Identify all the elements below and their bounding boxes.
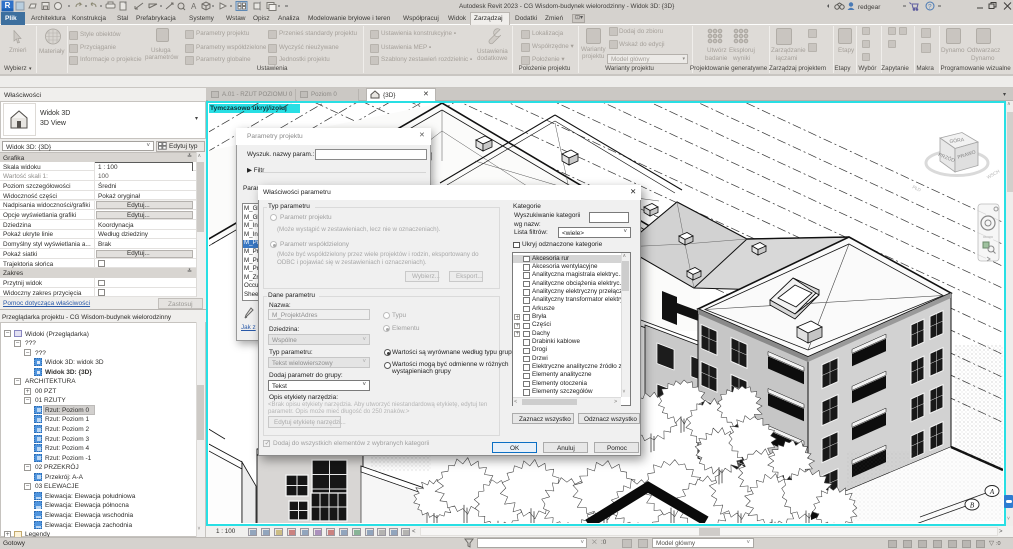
- svg-text:PŁD: PŁD: [912, 184, 923, 193]
- svg-text:A: A: [191, 2, 197, 11]
- svg-text:B: B: [970, 502, 975, 510]
- svg-text:WSCH: WSCH: [986, 169, 1000, 180]
- svg-text:redgear: redgear: [858, 4, 881, 11]
- svg-text:R: R: [5, 1, 11, 10]
- svg-text:?: ?: [928, 4, 932, 11]
- svg-text:A: A: [989, 488, 995, 496]
